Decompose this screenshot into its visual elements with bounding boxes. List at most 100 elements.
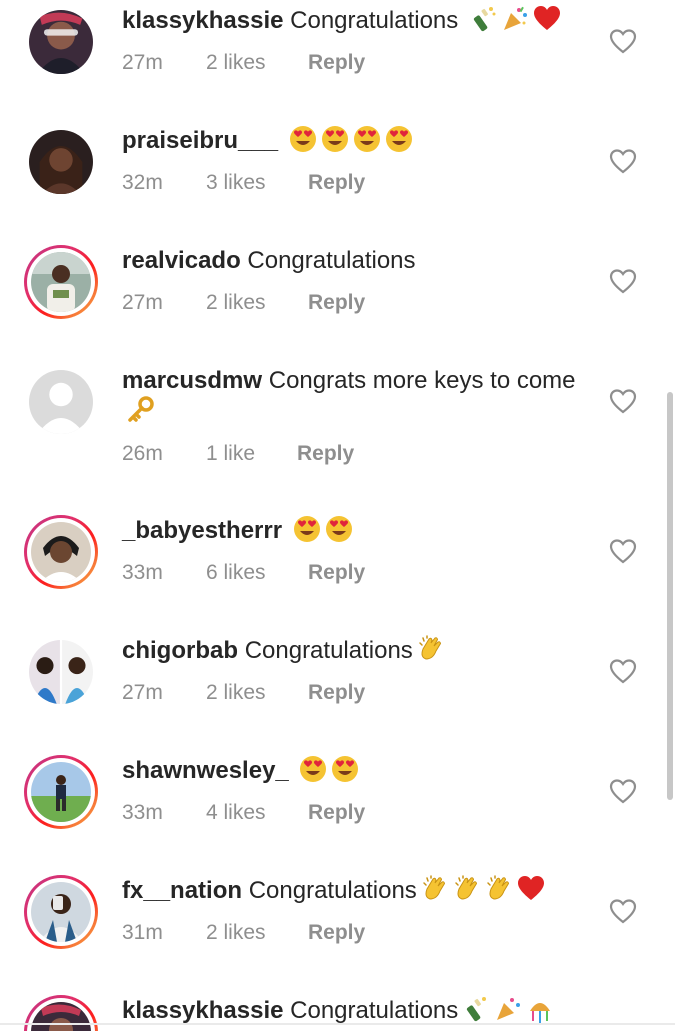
comment-body: Congratulations [290, 7, 459, 34]
comment-time: 31m [122, 921, 163, 944]
comment-username[interactable]: _babyestherrr [122, 517, 282, 544]
comment-username[interactable]: shawnwesley_ [122, 757, 289, 784]
comment-item: realvicado Congratulations 27m 2 likes Rep… [0, 240, 675, 360]
avatar[interactable] [24, 125, 98, 199]
heart-icon[interactable] [609, 778, 637, 804]
heart-icon[interactable] [609, 148, 637, 174]
comment-meta: 27m 2 likes Reply [122, 289, 365, 317]
comment-username[interactable]: klassykhassie [122, 997, 283, 1024]
reply-button[interactable]: Reply [308, 919, 365, 947]
avatar[interactable] [24, 635, 98, 709]
comment-meta: 26m 1 like Reply [122, 440, 354, 468]
comment-text: klassykhassie Congratulations [122, 5, 592, 36]
party-popper-emoji [494, 995, 522, 1023]
comment-time: 27m [122, 51, 163, 74]
comment-text: praiseibru___ [122, 125, 592, 156]
heart-eyes-emoji [293, 515, 321, 543]
reply-button[interactable]: Reply [297, 440, 354, 468]
comment-meta: 33m 6 likes Reply [122, 559, 365, 587]
comment-text: shawnwesley_ [122, 755, 592, 786]
comment-likes[interactable]: 2 likes [206, 49, 308, 77]
comment-username[interactable]: marcusdmw [122, 367, 262, 394]
clapping-hands-emoji [453, 875, 481, 903]
heart-icon[interactable] [609, 658, 637, 684]
comment-username[interactable]: klassykhassie [122, 7, 283, 34]
heart-icon[interactable] [609, 28, 637, 54]
heart-icon[interactable] [609, 898, 637, 924]
comment-time: 27m [122, 291, 163, 314]
comment-text: _babyestherrr [122, 515, 592, 546]
comment-likes[interactable]: 1 like [206, 440, 297, 468]
comment-likes[interactable]: 2 likes [206, 919, 308, 947]
party-popper-emoji [501, 5, 529, 33]
reply-button[interactable]: Reply [308, 169, 365, 197]
avatar[interactable] [24, 5, 98, 79]
comment-body: Congratulations [247, 247, 416, 274]
red-heart-emoji [533, 5, 561, 33]
comment-text: realvicado Congratulations [122, 245, 592, 276]
comment-meta: 33m 4 likes Reply [122, 799, 365, 827]
comment-likes[interactable]: 4 likes [206, 799, 308, 827]
avatar[interactable] [24, 995, 98, 1031]
divider [0, 1023, 675, 1025]
heart-eyes-emoji [299, 755, 327, 783]
comment-likes[interactable]: 3 likes [206, 169, 308, 197]
reply-button[interactable]: Reply [308, 559, 365, 587]
heart-eyes-emoji [289, 125, 317, 153]
comment-body: Congratulations [244, 637, 413, 664]
comment-username[interactable]: chigorbab [122, 637, 238, 664]
comment-body: Congrats more keys to come [268, 367, 576, 394]
comment-meta: 27m 2 likes Reply [122, 49, 365, 77]
reply-button[interactable]: Reply [308, 679, 365, 707]
clapping-hands-emoji [485, 875, 513, 903]
avatar[interactable] [24, 515, 98, 589]
heart-eyes-emoji [321, 125, 349, 153]
comment-text: chigorbab Congratulations [122, 635, 592, 666]
comment-likes[interactable]: 2 likes [206, 679, 308, 707]
comment-username[interactable]: fx__nation [122, 877, 242, 904]
comment-text: marcusdmw Congrats more keys to come [122, 365, 592, 427]
avatar[interactable] [24, 755, 98, 829]
confetti-ball-emoji [526, 995, 554, 1023]
comment-item: _babyestherrr 33m 6 likes Reply [0, 510, 675, 630]
comment-text: klassykhassie Congratulations [122, 995, 592, 1026]
reply-button[interactable]: Reply [308, 799, 365, 827]
heart-icon[interactable] [609, 538, 637, 564]
red-heart-emoji [517, 875, 545, 903]
comment-item: chigorbab Congratulations 27m 2 likes Repl… [0, 630, 675, 750]
bottle-with-popping-cork-emoji [469, 5, 497, 33]
heart-eyes-emoji [331, 755, 359, 783]
comment-item: klassykhassie Congratulations 27m 2 likes… [0, 0, 675, 120]
comment-meta: 31m 2 likes Reply [122, 919, 365, 947]
comment-username[interactable]: realvicado [122, 247, 241, 274]
comment-body: Congratulations [290, 997, 459, 1024]
comment-meta: 32m 3 likes Reply [122, 169, 365, 197]
comment-username[interactable]: praiseibru___ [122, 127, 278, 154]
comment-likes[interactable]: 2 likes [206, 289, 308, 317]
reply-button[interactable]: Reply [308, 49, 365, 77]
heart-eyes-emoji [353, 125, 381, 153]
comment-likes[interactable]: 6 likes [206, 559, 308, 587]
reply-button[interactable]: Reply [308, 289, 365, 317]
avatar[interactable] [24, 245, 98, 319]
heart-icon[interactable] [609, 388, 637, 414]
heart-eyes-emoji [385, 125, 413, 153]
comment-item: fx__nation Congratulations 31m 2 likes Rep… [0, 870, 675, 990]
comment-text: fx__nation Congratulations [122, 875, 592, 906]
clapping-hands-emoji [421, 875, 449, 903]
avatar[interactable] [24, 365, 98, 439]
key-emoji [126, 396, 154, 424]
comment-item: shawnwesley_ 33m 4 likes Reply [0, 750, 675, 870]
scrollbar[interactable] [667, 392, 673, 800]
clapping-hands-emoji [417, 635, 445, 663]
heart-eyes-emoji [325, 515, 353, 543]
comments-screen: klassykhassie Congratulations 27m 2 likes… [0, 0, 675, 1031]
comment-time: 33m [122, 561, 163, 584]
comment-item: marcusdmw Congrats more keys to come 26m… [0, 360, 675, 510]
avatar[interactable] [24, 875, 98, 949]
comment-meta: 27m 2 likes Reply [122, 679, 365, 707]
comment-item: praiseibru___ 32m 3 likes Reply [0, 120, 675, 240]
heart-icon[interactable] [609, 268, 637, 294]
comment-time: 33m [122, 801, 163, 824]
bottle-with-popping-cork-emoji [462, 995, 490, 1023]
